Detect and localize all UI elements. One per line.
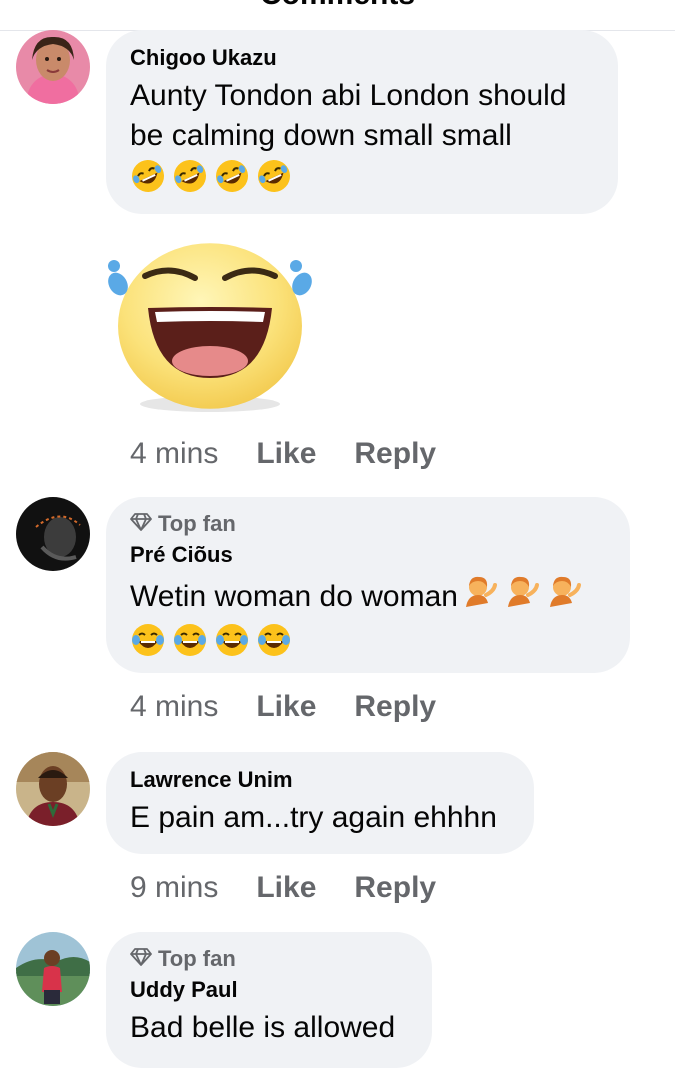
comment-timestamp: 9 mins [130,871,219,904]
diamond-icon [130,511,152,537]
comment-bubble: Top fan Uddy Paul Bad belle is allowed [106,932,432,1068]
comment-text-body: Wetin woman do woman [130,579,458,613]
reply-button[interactable]: Reply [354,690,436,724]
avatar[interactable] [16,752,90,826]
comment-text: Bad belle is allowed [130,1011,396,1044]
comment-timestamp: 4 mins [130,690,219,723]
comment-author[interactable]: Chigoo Ukazu [130,44,594,72]
comment-author[interactable]: Lawrence Unim [130,766,510,794]
header-title: Comments [0,0,675,12]
face-with-tears-of-joy-icon [130,622,166,663]
top-fan-badge: Top fan [130,511,606,537]
face-with-tears-of-joy-icon [256,622,292,663]
face-with-tears-of-joy-icon [172,622,208,663]
rolling-on-floor-laughing-icon [256,158,292,199]
comment-author[interactable]: Uddy Paul [130,976,408,1004]
rolling-on-floor-laughing-icon [214,158,250,199]
comment-actions: 4 mins Like Reply [130,687,474,727]
comment-text: Wetin woman do woman [130,573,606,620]
comment-text: Aunty Tondon abi London should be calmin… [130,79,567,152]
avatar[interactable] [16,932,90,1006]
avatar[interactable] [16,30,90,104]
comment-actions: 4 mins Like Reply [130,434,474,474]
woman-tipping-hand-icon [462,573,498,620]
woman-tipping-hand-icon [504,573,540,620]
comment-text: E pain am...try again ehhhn [130,801,497,834]
comment-bubble: Lawrence Unim E pain am...try again ehhh… [106,752,534,854]
like-button[interactable]: Like [256,690,316,724]
emoji-row [130,158,594,199]
top-fan-badge: Top fan [130,946,408,972]
emoji-row [130,622,606,663]
reply-button[interactable]: Reply [354,437,436,471]
comment-author[interactable]: Pré Ciõus [130,541,606,569]
woman-tipping-hand-icon [546,573,582,620]
top-fan-label: Top fan [158,946,236,971]
diamond-icon [130,946,152,972]
comments-header: Comments [0,0,675,31]
comment-bubble: Top fan Pré Ciõus Wetin woman do woman [106,497,630,673]
comment-actions: 9 mins Like Reply [130,868,474,908]
comment-bubble: Chigoo Ukazu Aunty Tondon abi London sho… [106,30,618,214]
avatar[interactable] [16,497,90,571]
like-button[interactable]: Like [256,871,316,905]
reply-button[interactable]: Reply [354,871,436,905]
face-with-tears-of-joy-icon [214,622,250,663]
rolling-on-floor-laughing-icon [130,158,166,199]
comment-timestamp: 4 mins [130,437,219,470]
top-fan-label: Top fan [158,511,236,536]
laughing-with-tears-sticker-icon [100,236,320,421]
rolling-on-floor-laughing-icon [172,158,208,199]
like-button[interactable]: Like [256,437,316,471]
